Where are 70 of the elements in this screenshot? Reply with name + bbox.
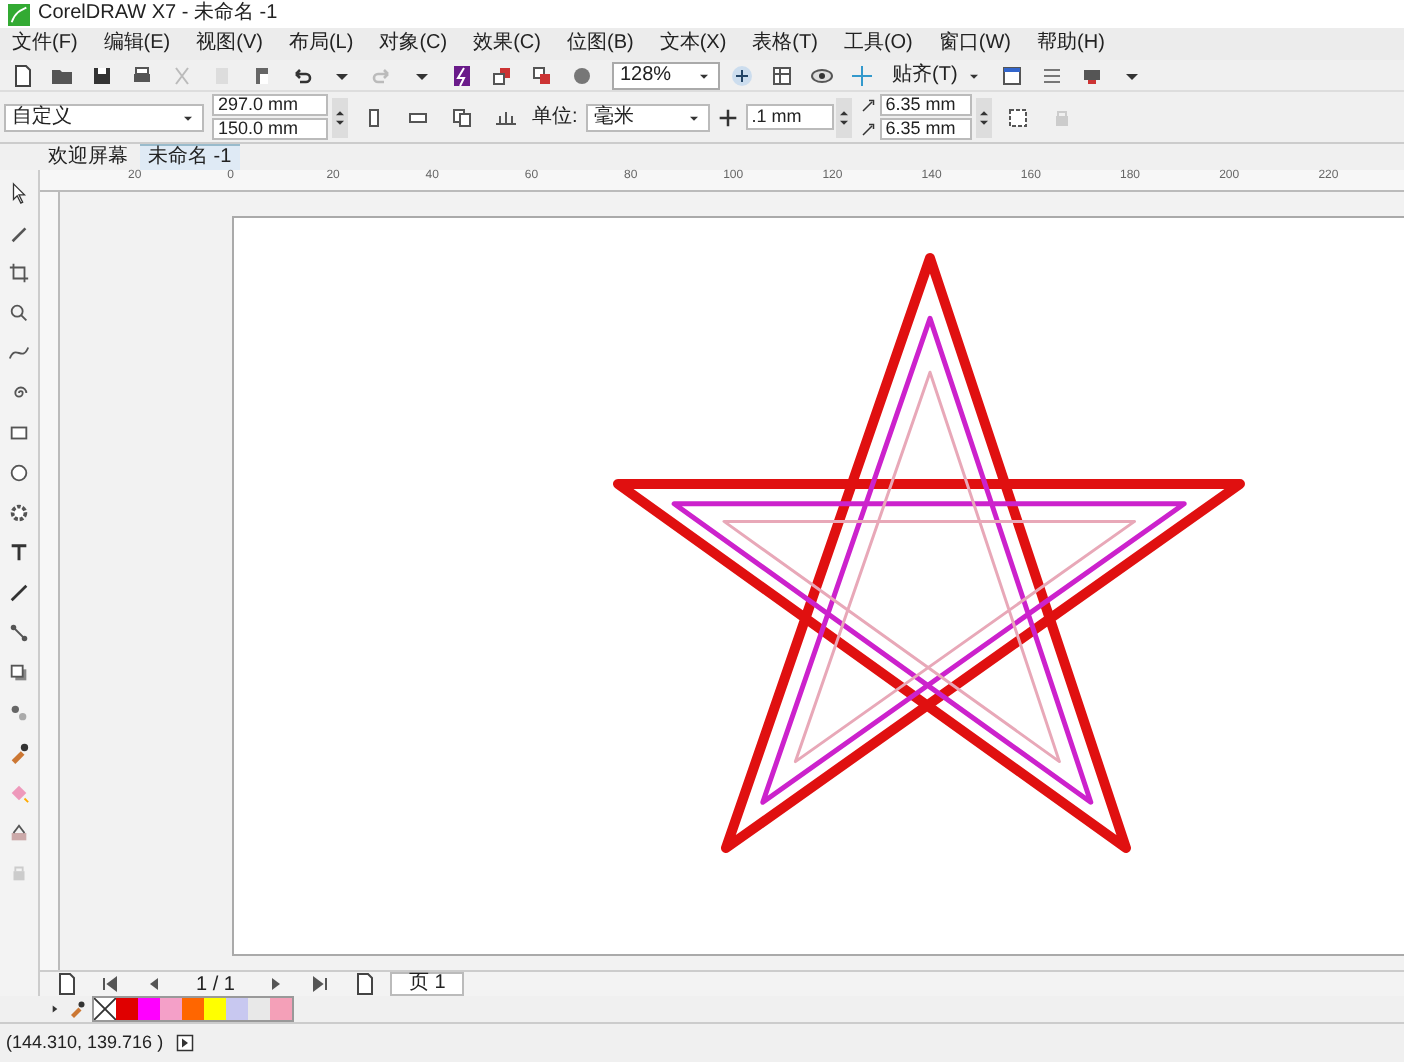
all-pages-icon [450, 105, 474, 129]
menu-item[interactable]: 帮助(H) [1037, 34, 1105, 54]
menu-item[interactable]: 表格(T) [752, 34, 818, 54]
nudge-field[interactable]: .1 mm [745, 104, 834, 130]
color-swatch[interactable] [248, 998, 270, 1020]
menu-item[interactable]: 文件(F) [12, 34, 78, 54]
units-label: 单位: [532, 103, 578, 132]
view-icon [810, 63, 834, 87]
spinner-icon[interactable] [975, 97, 992, 137]
freehand-tool-icon[interactable] [8, 342, 30, 364]
color-swatch[interactable] [226, 998, 248, 1020]
units-dropdown[interactable]: 毫米 [585, 103, 710, 131]
menu-item[interactable]: 位图(B) [566, 34, 634, 54]
menu-item[interactable]: 编辑(E) [103, 34, 171, 54]
paste-icon [250, 63, 274, 87]
expand-arrow-icon[interactable] [175, 1034, 194, 1052]
zoom-dropdown[interactable]: 128% [612, 61, 720, 89]
import-icon [490, 63, 514, 87]
save-icon [90, 63, 114, 87]
menu-item[interactable]: 效果(C) [473, 34, 541, 54]
menu-item[interactable]: 布局(L) [288, 34, 354, 54]
guidelines-icon [850, 63, 874, 87]
color-swatch[interactable] [160, 998, 182, 1020]
menu-item[interactable]: 窗口(W) [938, 34, 1012, 54]
crop-tool-icon[interactable] [8, 262, 30, 284]
spinner-icon[interactable] [332, 97, 348, 137]
duplicate-distance-icon [859, 96, 878, 114]
redo-icon [370, 63, 394, 87]
page-counter: 1 / 1 [194, 971, 237, 999]
color-swatch[interactable] [138, 998, 160, 1020]
connector-tool-icon[interactable] [8, 622, 30, 644]
cursor-coordinates: (144.310, 139.716 ) [6, 1029, 164, 1056]
color-swatch[interactable] [116, 998, 138, 1020]
menu-item[interactable]: 对象(C) [379, 34, 448, 54]
export-icon [530, 63, 554, 87]
pick-tool-icon[interactable] [8, 182, 30, 204]
no-color-swatch[interactable] [94, 998, 116, 1020]
snap-to-dropdown[interactable]: 贴齐(T) [884, 61, 990, 89]
ellipse-tool-icon[interactable] [8, 462, 30, 484]
rectangle-tool-icon[interactable] [8, 422, 30, 444]
color-swatch[interactable] [204, 998, 226, 1020]
spinner-icon[interactable] [835, 97, 852, 137]
document-tab[interactable]: 未命名 -1 [140, 144, 240, 170]
expand-arrow-icon[interactable] [48, 1002, 62, 1016]
first-page-icon [98, 972, 122, 996]
width-field[interactable]: 297.0 mm [212, 94, 328, 116]
eyedropper-icon[interactable] [68, 1000, 86, 1018]
eyedropper-tool-icon[interactable] [8, 742, 30, 764]
color-swatch[interactable] [270, 998, 292, 1020]
document-tab[interactable]: 欢迎屏幕 [40, 144, 136, 170]
color-swatch[interactable] [182, 998, 204, 1020]
last-page-icon [308, 972, 333, 996]
duplicate-distance-icon [859, 120, 878, 138]
page-tab[interactable]: 页 1 [390, 972, 464, 996]
text-tool-icon[interactable] [8, 542, 30, 564]
page-size-dropdown[interactable]: 自定义 [4, 103, 204, 131]
move-icon [717, 107, 738, 127]
menu-item[interactable]: 视图(V) [196, 34, 263, 54]
page-border-icon [1005, 105, 1030, 129]
height-field[interactable]: 150.0 mm [212, 118, 328, 140]
drop-shadow-tool-icon[interactable] [8, 662, 30, 684]
window-title: CorelDRAW X7 - 未命名 -1 [38, 4, 278, 24]
print-icon [130, 63, 154, 87]
menu-item[interactable]: 文本(X) [659, 34, 727, 54]
duplicate-x-field[interactable]: 6.35 mm [879, 94, 972, 116]
cut-icon [170, 63, 194, 87]
zoom-tool-icon[interactable] [8, 302, 30, 324]
duplicate-y-field[interactable]: 6.35 mm [879, 118, 972, 140]
menu-item[interactable]: 工具(O) [843, 34, 913, 54]
undo-icon [290, 63, 314, 87]
